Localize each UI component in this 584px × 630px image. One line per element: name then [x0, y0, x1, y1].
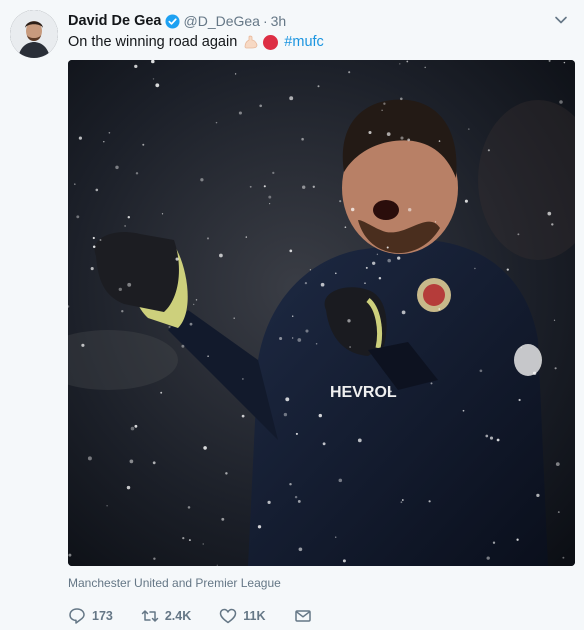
verified-badge-icon: [164, 13, 180, 29]
separator-dot: ·: [262, 13, 268, 29]
like-button[interactable]: 11K: [219, 607, 266, 625]
tweet[interactable]: David De Gea @D_DeGea · 3h On the winnin…: [0, 0, 584, 630]
retweet-button[interactable]: 2.4K: [141, 607, 191, 625]
tweet-text-content: On the winning road again: [68, 34, 238, 50]
reply-button[interactable]: 173: [68, 607, 113, 625]
chevron-down-icon[interactable]: [554, 13, 568, 27]
envelope-icon: [294, 610, 311, 622]
retweet-icon: [141, 610, 159, 622]
red-circle-emoji-icon: [263, 34, 279, 50]
direct-message-button[interactable]: [294, 607, 318, 625]
author-avatar[interactable]: [10, 10, 58, 58]
author-handle[interactable]: @D_DeGea: [184, 13, 260, 29]
reply-count: 173: [92, 609, 113, 623]
tweet-actions: 173 2.4K 11K: [68, 606, 346, 626]
hashtag-link[interactable]: #mufc: [284, 32, 324, 52]
shirt-sponsor-text: HEVROL: [330, 384, 397, 401]
heart-icon: [220, 608, 237, 624]
author-name[interactable]: David De Gea: [68, 13, 162, 29]
retweet-count: 2.4K: [164, 609, 192, 623]
tweet-header: David De Gea @D_DeGea · 3h: [68, 11, 572, 31]
flexed-biceps-emoji-icon: [243, 34, 259, 50]
tweet-photo[interactable]: HEVROL: [68, 60, 575, 566]
photo-tags[interactable]: Manchester United and Premier League: [68, 576, 281, 590]
tweet-timestamp[interactable]: 3h: [271, 13, 287, 29]
reply-icon: [69, 608, 85, 624]
like-count: 11K: [243, 609, 266, 623]
tweet-text: On the winning road again #mufc: [68, 32, 324, 52]
